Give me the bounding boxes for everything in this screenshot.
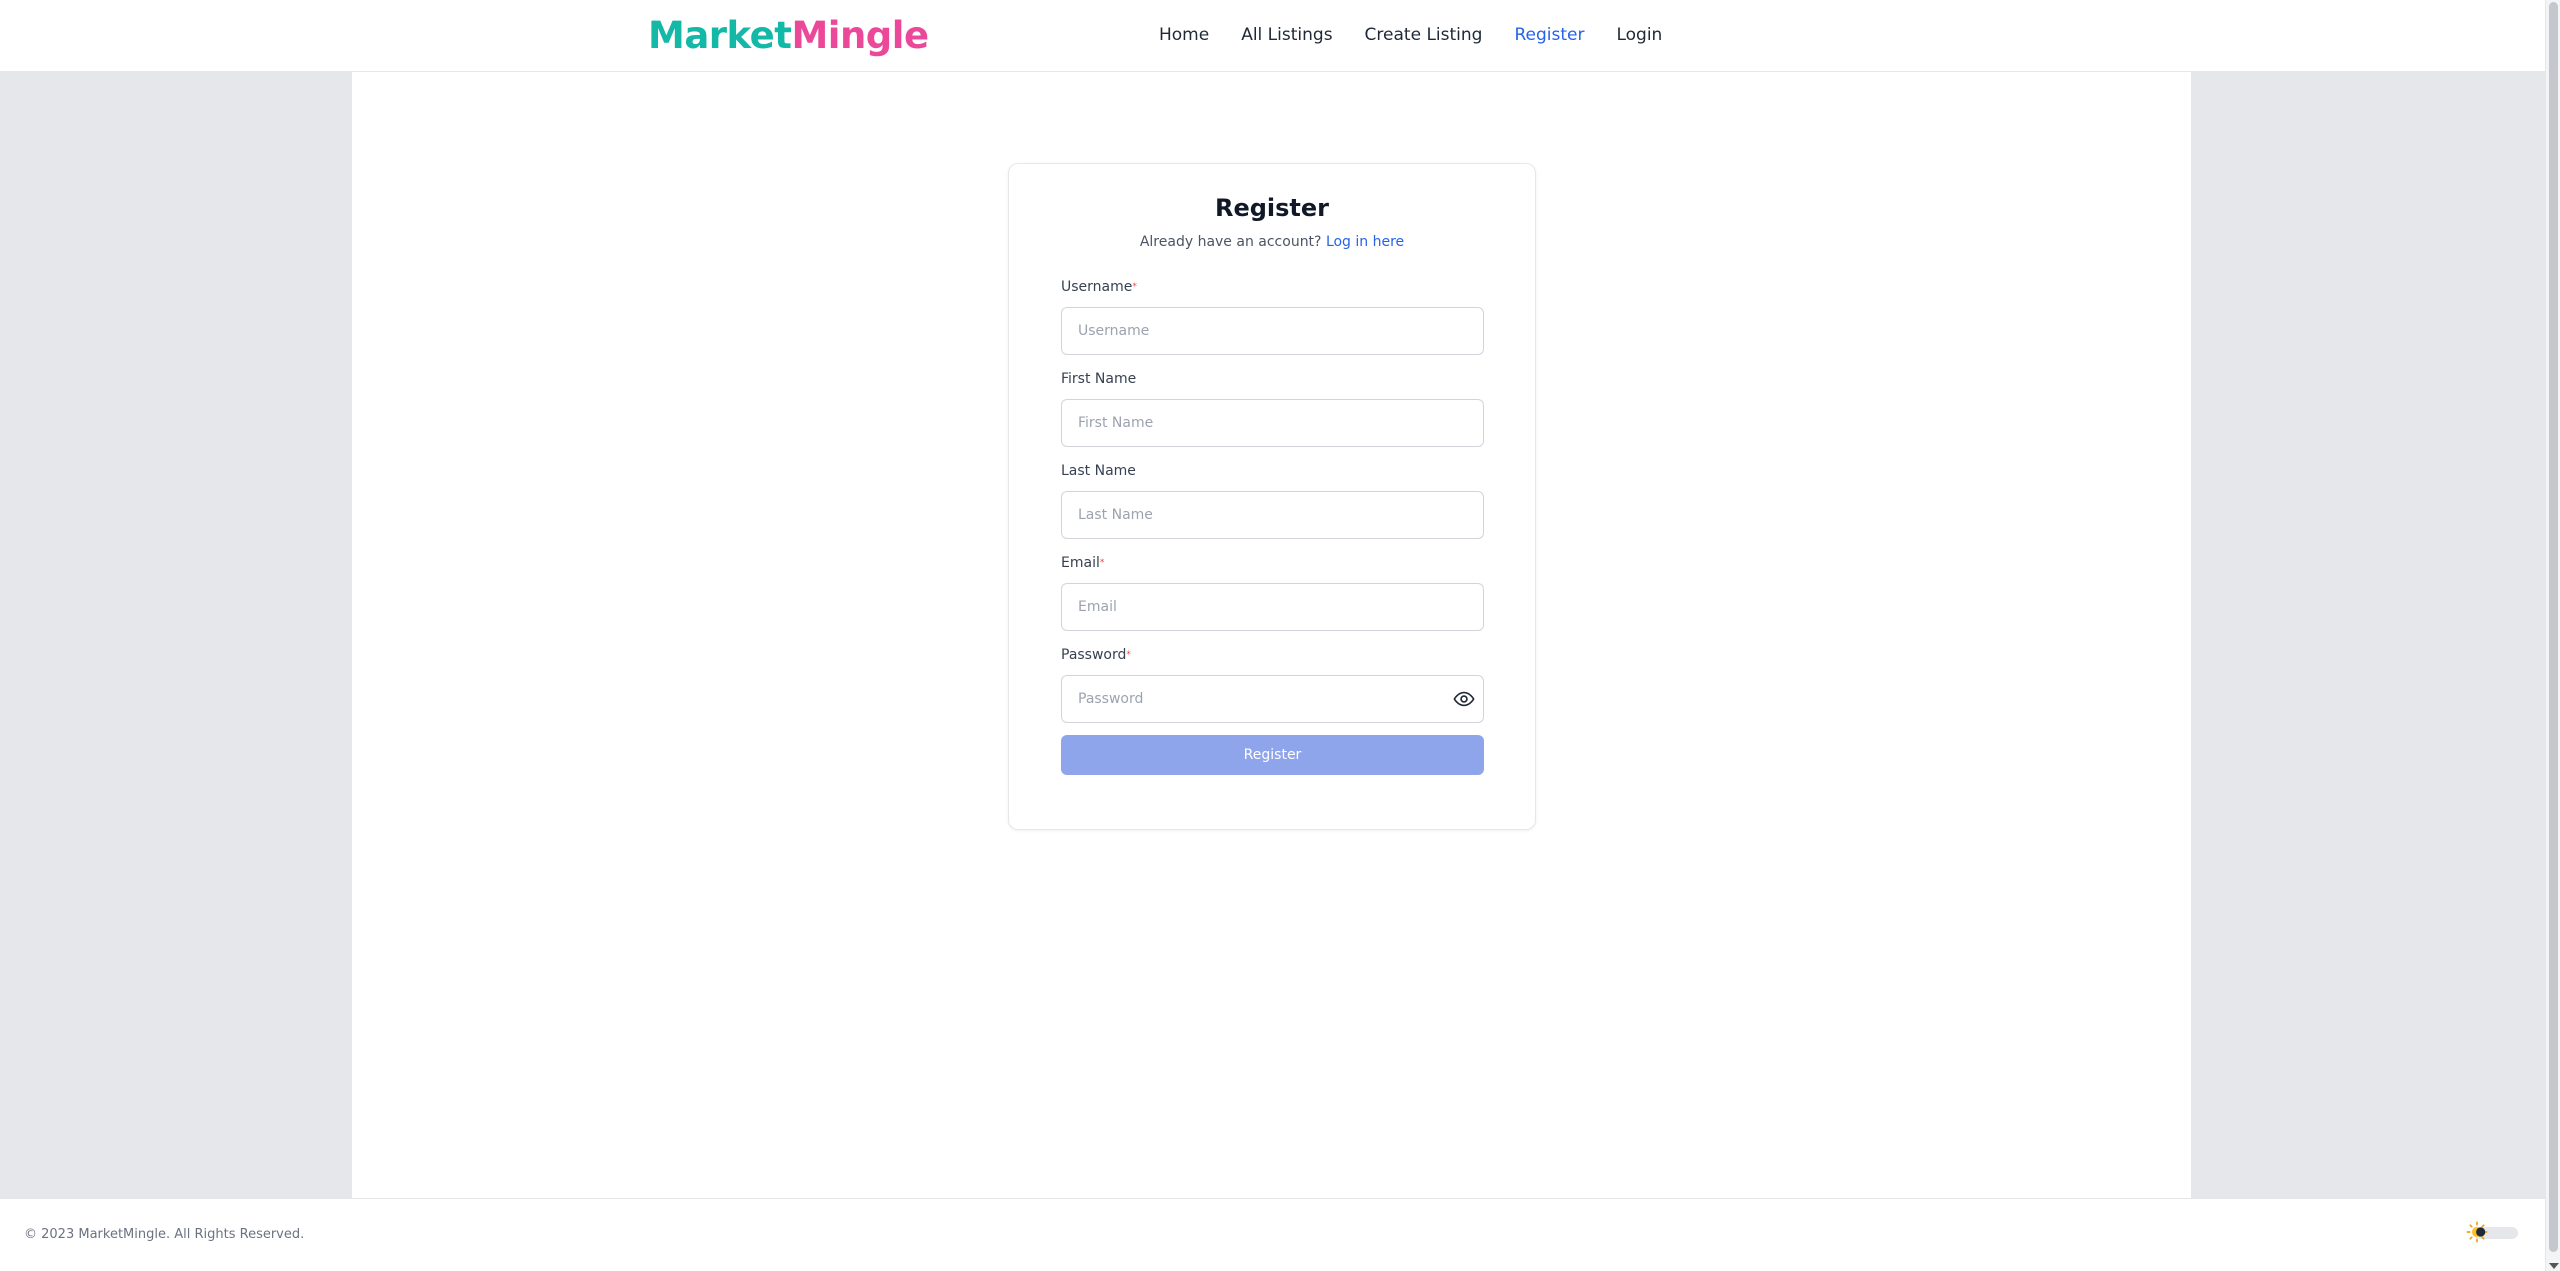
page-scrollbar[interactable]	[2545, 0, 2560, 1271]
last-name-input-wrap	[1061, 491, 1484, 539]
last-name-input[interactable]	[1062, 492, 1483, 538]
copyright-text: © 2023 MarketMingle. All Rights Reserved…	[24, 1227, 305, 1242]
sun-icon	[2466, 1221, 2488, 1243]
email-group: Email*	[1061, 553, 1484, 631]
email-label: Email*	[1061, 553, 1484, 573]
register-card: Register Already have an account? Log in…	[1008, 163, 1536, 830]
eye-icon[interactable]	[1453, 688, 1475, 710]
username-input[interactable]	[1062, 308, 1483, 354]
nav-create-listing[interactable]: Create Listing	[1365, 22, 1483, 48]
nav-register[interactable]: Register	[1514, 22, 1584, 48]
first-name-group: First Name	[1061, 369, 1484, 447]
email-label-text: Email	[1061, 555, 1100, 571]
last-name-label: Last Name	[1061, 463, 1136, 479]
top-navbar: MarketMingle Home All Listings Create Li…	[0, 0, 2545, 72]
required-marker: *	[1099, 558, 1105, 568]
password-group: Password*	[1061, 645, 1484, 723]
brand-logo-part2: Mingle	[791, 14, 929, 57]
page-title: Register	[1214, 194, 1330, 222]
password-label: Password*	[1061, 645, 1484, 665]
username-group: Username*	[1061, 277, 1484, 355]
email-input[interactable]	[1062, 584, 1483, 630]
last-name-group: Last Name	[1061, 461, 1484, 539]
theme-toggle[interactable]	[2466, 1221, 2520, 1243]
brand-logo[interactable]: MarketMingle	[648, 12, 929, 60]
password-input[interactable]	[1062, 676, 1483, 722]
first-name-input-wrap	[1061, 399, 1484, 447]
nav-all-listings[interactable]: All Listings	[1241, 22, 1332, 48]
register-submit-button[interactable]: Register	[1061, 735, 1484, 775]
username-input-wrap	[1061, 307, 1484, 355]
required-marker: *	[1132, 282, 1137, 292]
first-name-label: First Name	[1061, 371, 1137, 387]
password-input-wrap	[1061, 675, 1484, 723]
email-input-wrap	[1061, 583, 1484, 631]
main-nav: Home All Listings Create Listing Registe…	[1159, 22, 1662, 48]
first-name-input[interactable]	[1062, 400, 1483, 446]
login-link[interactable]: Log in here	[1326, 234, 1404, 250]
required-marker: *	[1126, 650, 1131, 660]
scrollbar-thumb[interactable]	[2549, 2, 2558, 1252]
brand-logo-part1: Market	[648, 14, 792, 57]
scroll-down-arrow-icon[interactable]	[2549, 1263, 2559, 1269]
nav-login[interactable]: Login	[1616, 22, 1662, 48]
password-label-text: Password	[1061, 647, 1127, 663]
username-label-text: Username	[1061, 279, 1133, 295]
login-prompt: Already have an account? Log in here	[1009, 234, 1535, 250]
nav-home[interactable]: Home	[1159, 22, 1209, 48]
site-footer: © 2023 MarketMingle. All Rights Reserved…	[0, 1198, 2545, 1271]
login-prompt-text: Already have an account?	[1139, 234, 1322, 250]
username-label: Username*	[1061, 277, 1484, 297]
